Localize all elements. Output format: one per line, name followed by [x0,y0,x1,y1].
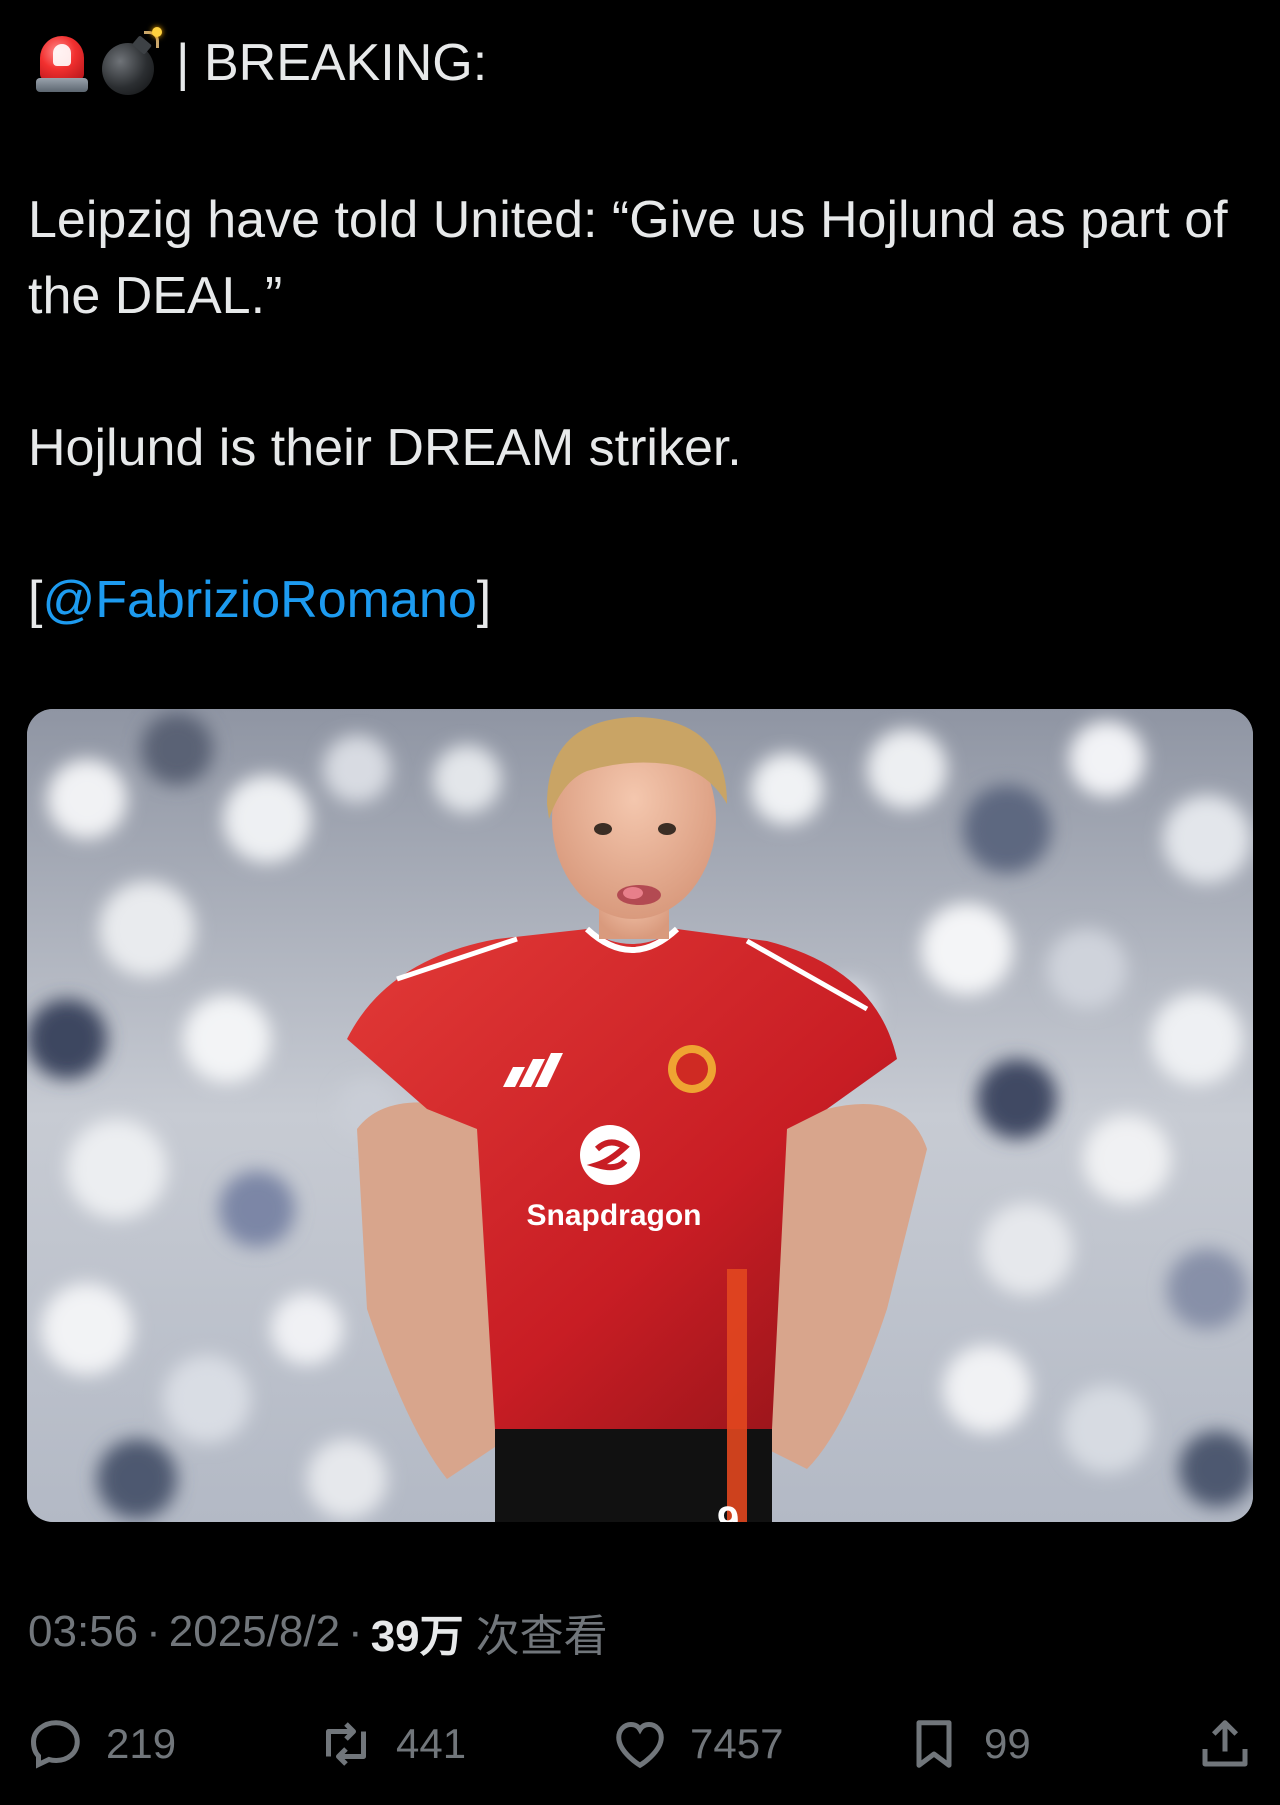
like-count: 7457 [690,1720,784,1767]
meta-separator: · [146,1607,161,1656]
shirt-number: 9 [717,1499,739,1522]
tweet-mention-line: [@FabrizioRomano] [28,562,1248,638]
bookmark-count: 99 [984,1720,1031,1767]
reply-icon [30,1720,80,1769]
views-label: 次查看 [475,1612,608,1661]
repost-button[interactable]: 441 [316,1706,466,1782]
share-button[interactable] [1195,1706,1255,1782]
headline-text: | BREAKING: [176,34,488,92]
heart-icon [616,1721,664,1769]
tweet-meta: 03:56 · 2025/8/2 · 39万 次查看 [28,1602,608,1662]
shirt-sponsor: Snapdragon [526,1199,701,1232]
tweet-photo[interactable]: Snapdragon 9 [27,709,1253,1522]
views-count: 39万 [370,1612,464,1661]
siren-icon [36,32,88,94]
tweet-date: 2025/8/2 [168,1607,341,1656]
mention-open-bracket: [ [28,571,43,629]
tweet-headline: | BREAKING: [36,27,488,96]
bookmark-icon [916,1720,952,1768]
bomb-icon [100,27,164,95]
tweet-time: 03:56 [28,1607,139,1656]
tweet-action-bar: 219 441 7457 99 [0,1706,1280,1782]
repost-icon [326,1722,366,1766]
mention-link[interactable]: @FabrizioRomano [42,571,476,629]
reply-button[interactable]: 219 [26,1706,176,1782]
tweet-paragraph-2: Hojlund is their DREAM striker. [28,419,742,477]
bookmark-button[interactable]: 99 [904,1706,1031,1782]
share-icon [1202,1720,1248,1767]
tweet-paragraph-1: Leipzig have told United: “Give us Hojlu… [28,191,1228,325]
like-button[interactable]: 7457 [610,1706,783,1782]
reply-count: 219 [106,1720,177,1767]
meta-separator: · [348,1607,363,1656]
repost-count: 441 [396,1720,467,1767]
mention-close-bracket: ] [476,571,492,629]
